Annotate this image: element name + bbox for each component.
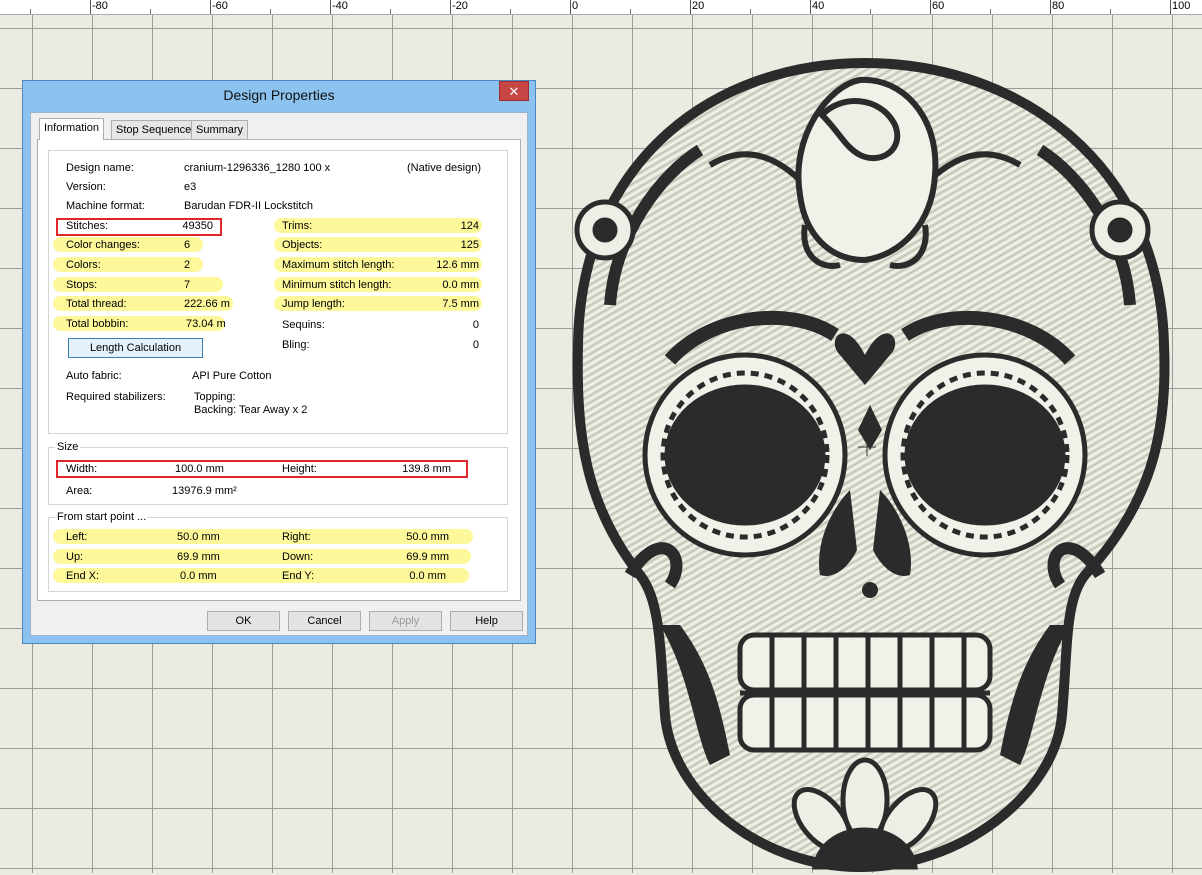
horizontal-ruler: -80 -60 -40 -20 0 20 40 60 80 100 (0, 0, 1202, 15)
color-changes-value: 6 (184, 239, 191, 251)
width-label: Width: (66, 463, 98, 475)
total-bobbin-label: Total bobbin: (66, 318, 129, 330)
information-pane: Design name: cranium-1296336_1280 100 x … (37, 139, 521, 601)
right-label: Right: (282, 531, 311, 543)
max-stitch-value: 12.6 mm (436, 259, 479, 271)
stabilizers-label: Required stabilizers: (66, 391, 166, 403)
down-value: 69.9 mm (406, 551, 449, 563)
size-group: Size Width: 100.0 mm Height: 139.8 mm Ar… (48, 441, 508, 505)
sequins-label: Sequins: (282, 319, 325, 331)
area-value: 13976.9 mm² (172, 485, 237, 497)
start-point-group-title: From start point ... (55, 511, 149, 523)
area-label: Area: (66, 485, 93, 497)
bling-label: Bling: (282, 339, 310, 351)
machine-format-value: Barudan FDR-II Lockstitch (184, 200, 313, 212)
auto-fabric-value: API Pure Cotton (192, 370, 272, 382)
tab-summary[interactable]: Summary (191, 120, 249, 139)
min-stitch-label: Minimum stitch length: (282, 279, 392, 291)
ruler-label: -40 (332, 0, 348, 12)
trims-value: 124 (460, 220, 479, 232)
dialog-title: Design Properties (223, 87, 335, 103)
crosshair-cursor-icon (858, 438, 876, 456)
ruler-label: -80 (92, 0, 108, 12)
colors-value: 2 (184, 259, 191, 271)
stitches-label: Stitches: (66, 220, 109, 232)
sugar-skull-design[interactable] (560, 55, 1180, 875)
version-label: Version: (66, 181, 106, 193)
version-value: e3 (184, 181, 197, 193)
total-bobbin-value: 73.04 m (186, 318, 226, 330)
ruler-label: 40 (812, 0, 825, 12)
length-calculation-button[interactable]: Length Calculation (68, 338, 203, 358)
ruler-label: 100 (1172, 0, 1191, 12)
help-button[interactable]: Help (450, 611, 523, 631)
tab-stop-sequence[interactable]: Stop Sequence (111, 120, 197, 139)
left-value: 50.0 mm (177, 531, 220, 543)
end-x-label: End X: (66, 570, 100, 582)
up-value: 69.9 mm (177, 551, 220, 563)
left-label: Left: (66, 531, 88, 543)
info-group: Design name: cranium-1296336_1280 100 x … (48, 150, 508, 434)
stabilizer-topping: Topping: (194, 391, 236, 403)
ruler-label: -20 (452, 0, 468, 12)
max-stitch-label: Maximum stitch length: (282, 259, 395, 271)
end-x-value: 0.0 mm (180, 570, 217, 582)
ruler-label: -60 (212, 0, 228, 12)
objects-value: 125 (460, 239, 479, 251)
ok-button[interactable]: OK (207, 611, 280, 631)
start-point-group: From start point ... Left: 50.0 mm Right… (48, 511, 508, 592)
size-group-title: Size (55, 441, 81, 453)
close-icon[interactable]: ✕ (499, 81, 529, 101)
color-changes-label: Color changes: (66, 239, 140, 251)
sequins-value: 0 (472, 319, 479, 331)
dialog-client: Information Stop Sequence Summary Design… (30, 112, 528, 636)
trims-label: Trims: (282, 220, 313, 232)
tab-information[interactable]: Information (39, 118, 105, 140)
stops-label: Stops: (66, 279, 98, 291)
height-value: 139.8 mm (402, 463, 451, 475)
apply-button[interactable]: Apply (369, 611, 442, 631)
jump-length-value: 7.5 mm (442, 298, 479, 310)
design-name-value: cranium-1296336_1280 100 x (184, 162, 331, 174)
right-value: 50.0 mm (406, 531, 449, 543)
stops-value: 7 (184, 279, 191, 291)
height-label: Height: (282, 463, 317, 475)
min-stitch-value: 0.0 mm (442, 279, 479, 291)
width-value: 100.0 mm (175, 463, 224, 475)
auto-fabric-label: Auto fabric: (66, 370, 122, 382)
down-label: Down: (282, 551, 314, 563)
ruler-label: 80 (1052, 0, 1065, 12)
design-name-label: Design name: (66, 162, 134, 174)
total-thread-label: Total thread: (66, 298, 127, 310)
objects-label: Objects: (282, 239, 323, 251)
ruler-label: 60 (932, 0, 945, 12)
machine-format-label: Machine format: (66, 200, 145, 212)
design-properties-dialog[interactable]: Design Properties ✕ Information Stop Seq… (22, 80, 536, 644)
bling-value: 0 (472, 339, 479, 351)
ruler-label: 20 (692, 0, 705, 12)
up-label: Up: (66, 551, 84, 563)
design-tag: (Native design) (407, 162, 481, 174)
stitches-value: 49350 (182, 220, 213, 232)
end-y-value: 0.0 mm (409, 570, 446, 582)
colors-label: Colors: (66, 259, 101, 271)
ruler-label: 0 (572, 0, 579, 12)
stabilizer-backing: Backing: Tear Away x 2 (194, 404, 308, 416)
jump-length-label: Jump length: (282, 298, 345, 310)
cancel-button[interactable]: Cancel (288, 611, 361, 631)
total-thread-value: 222.66 m (184, 298, 230, 310)
end-y-label: End Y: (282, 570, 315, 582)
